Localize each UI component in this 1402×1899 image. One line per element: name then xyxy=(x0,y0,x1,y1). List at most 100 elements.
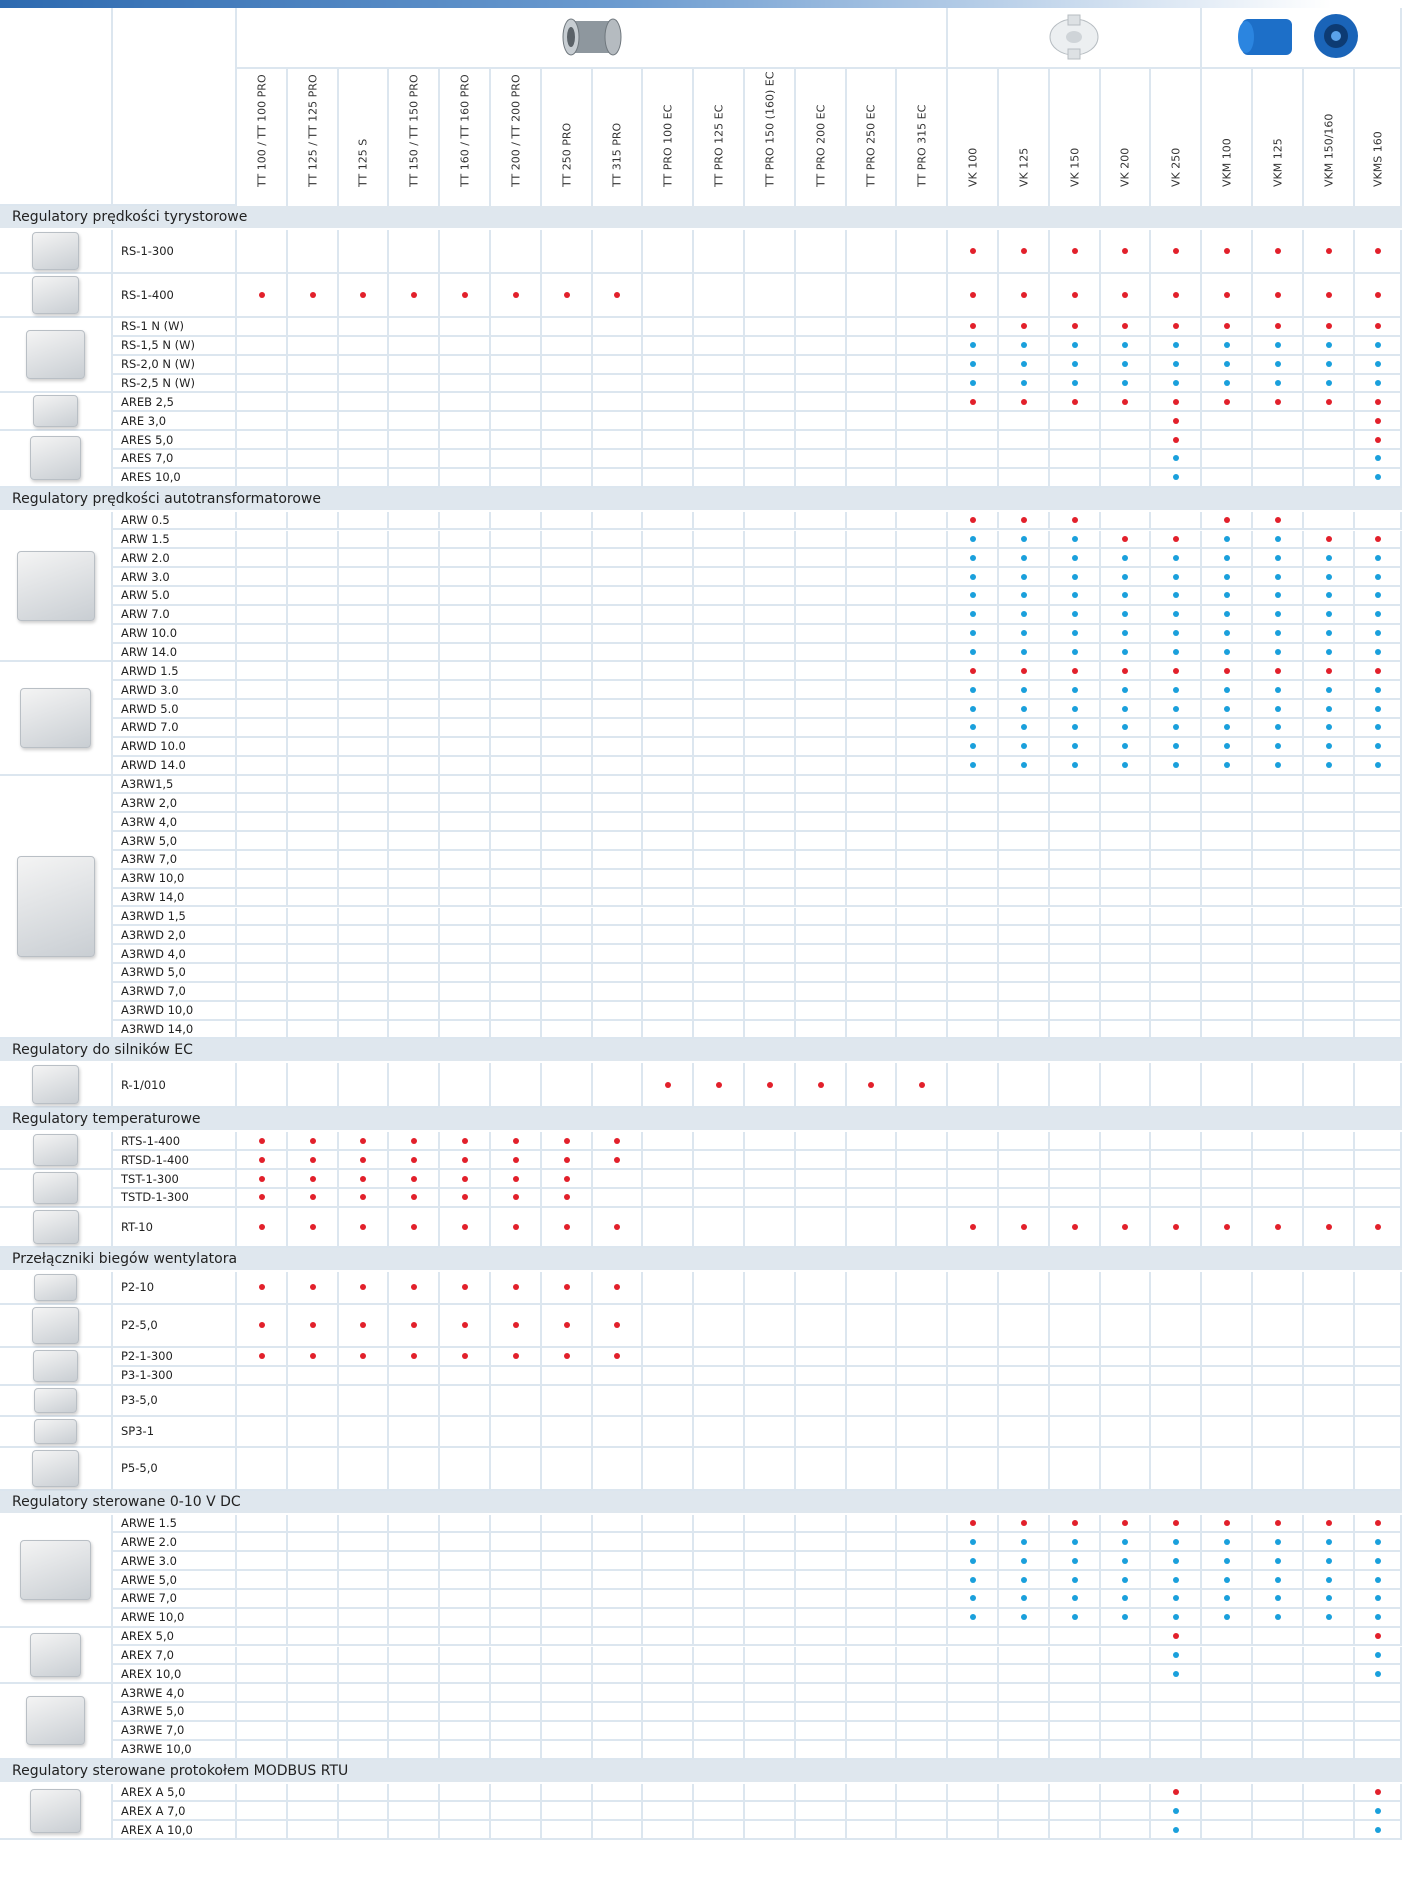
red-compatibility-dot xyxy=(410,1194,417,1201)
row-label: AREX 5,0 xyxy=(113,1627,237,1647)
red-compatibility-dot xyxy=(410,1156,417,1163)
row-label: ARWD 5.0 xyxy=(113,700,237,719)
blue-compatibility-dot xyxy=(1325,724,1332,731)
table-cell xyxy=(1202,1020,1253,1040)
table-cell xyxy=(542,926,593,946)
table-cell xyxy=(491,643,542,663)
table-cell xyxy=(1355,869,1402,889)
table-cell xyxy=(694,1684,745,1704)
table-cell xyxy=(1050,624,1101,644)
table-cell xyxy=(796,1189,847,1208)
table-cell xyxy=(1253,1684,1304,1704)
table-cell xyxy=(288,643,339,663)
row-label: AREX A 10,0 xyxy=(113,1821,237,1841)
blue-compatibility-dot xyxy=(1325,1538,1332,1545)
table-cell xyxy=(542,1703,593,1722)
table-cell xyxy=(847,1533,897,1553)
table-cell xyxy=(694,336,745,356)
table-cell xyxy=(796,1416,847,1448)
table-cell xyxy=(237,318,288,337)
blue-compatibility-dot xyxy=(1020,592,1027,599)
column-header: TT PRO 315 EC xyxy=(897,69,948,206)
table-cell xyxy=(897,1703,948,1722)
table-cell xyxy=(440,1703,491,1722)
table-cell xyxy=(237,449,288,469)
table-cell xyxy=(847,1721,897,1741)
table-cell xyxy=(897,624,948,644)
table-cell xyxy=(1304,230,1355,274)
table-cell xyxy=(999,1151,1050,1171)
red-compatibility-dot xyxy=(969,667,976,674)
table-cell xyxy=(796,1721,847,1741)
table-cell xyxy=(1151,1063,1202,1109)
blue-compatibility-dot xyxy=(1325,762,1332,769)
table-cell xyxy=(1355,1447,1402,1491)
table-cell xyxy=(694,274,745,318)
red-compatibility-dot xyxy=(1374,1223,1381,1230)
blue-compatibility-dot xyxy=(969,379,976,386)
table-cell xyxy=(1304,1063,1355,1109)
table-cell xyxy=(999,412,1050,432)
table-cell xyxy=(1202,318,1253,337)
table-cell xyxy=(1151,336,1202,356)
table-cell xyxy=(1304,336,1355,356)
table-cell xyxy=(643,336,694,356)
blue-compatibility-dot xyxy=(1172,1670,1179,1677)
blue-compatibility-dot xyxy=(1172,686,1179,693)
table-cell xyxy=(1101,982,1151,1002)
red-compatibility-dot xyxy=(1071,517,1078,524)
table-cell xyxy=(745,355,796,375)
table-cell xyxy=(339,587,389,606)
table-cell xyxy=(440,568,491,588)
red-compatibility-dot xyxy=(1223,1223,1230,1230)
row-label: P2-1-300 xyxy=(113,1347,237,1367)
row-label: ARWD 7.0 xyxy=(113,719,237,738)
table-cell xyxy=(1050,468,1101,488)
table-cell xyxy=(694,1385,745,1417)
table-cell xyxy=(847,1020,897,1040)
table-cell xyxy=(999,1533,1050,1553)
table-cell xyxy=(542,624,593,644)
table-cell xyxy=(897,1020,948,1040)
red-compatibility-dot xyxy=(969,1223,976,1230)
table-cell xyxy=(1101,907,1151,927)
table-cell xyxy=(593,850,643,870)
table-cell xyxy=(1202,1447,1253,1491)
table-cell xyxy=(339,1533,389,1553)
table-cell xyxy=(1304,1721,1355,1741)
table-cell xyxy=(999,681,1050,701)
table-cell xyxy=(796,1684,847,1704)
table-cell xyxy=(948,1589,999,1609)
table-cell xyxy=(1253,412,1304,432)
blue-compatibility-dot xyxy=(1223,1557,1230,1564)
table-cell xyxy=(593,1001,643,1021)
table-cell xyxy=(847,568,897,588)
table-cell xyxy=(745,1063,796,1109)
blue-compatibility-dot xyxy=(1223,611,1230,618)
table-cell xyxy=(999,355,1050,375)
table-cell xyxy=(999,624,1050,644)
table-cell xyxy=(1202,737,1253,757)
table-cell xyxy=(491,412,542,432)
table-cell xyxy=(1253,964,1304,983)
table-cell xyxy=(389,1703,440,1722)
table-cell xyxy=(593,1207,643,1248)
table-cell xyxy=(643,869,694,889)
table-cell xyxy=(1355,832,1402,851)
table-cell xyxy=(1151,850,1202,870)
transformer-box-icon xyxy=(19,688,92,748)
table-cell xyxy=(948,1366,999,1386)
table-cell xyxy=(389,964,440,983)
table-cell xyxy=(1304,511,1355,531)
table-cell xyxy=(440,449,491,469)
red-compatibility-dot xyxy=(1325,667,1332,674)
red-compatibility-dot xyxy=(1374,667,1381,674)
table-cell xyxy=(1101,1589,1151,1609)
table-cell xyxy=(542,1740,593,1760)
blue-compatibility-dot xyxy=(1374,342,1381,349)
table-cell xyxy=(1151,412,1202,432)
column-header: VK 150 xyxy=(1050,69,1101,206)
table-cell xyxy=(491,1665,542,1685)
table-cell xyxy=(1202,468,1253,488)
row-label: ARWD 1.5 xyxy=(113,662,237,682)
